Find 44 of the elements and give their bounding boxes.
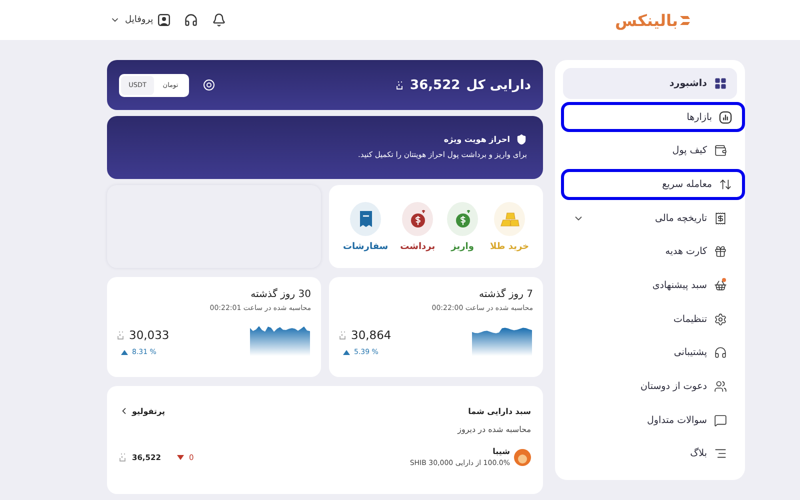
gift-icon	[714, 245, 727, 258]
notification-bell-icon[interactable]	[212, 13, 226, 27]
arrows-icon	[719, 178, 732, 191]
balance-title: دارایی کل	[466, 78, 531, 92]
eye-icon[interactable]	[203, 79, 215, 91]
ingots-icon	[498, 210, 520, 226]
money-bag-icon	[454, 210, 471, 228]
currency-icon	[396, 80, 404, 90]
stat-value: 30,033	[129, 328, 170, 342]
currency-icon	[119, 452, 127, 462]
chart-icon	[719, 110, 732, 124]
banner-title: احراز هویت ویژه	[444, 135, 510, 144]
coin-icon	[514, 448, 531, 466]
profile-menu[interactable]: پروفایل	[110, 14, 170, 26]
logo-text: بالینکس	[614, 10, 678, 30]
receipt-icon	[358, 210, 373, 228]
settings-icon	[714, 312, 727, 326]
action-button[interactable]: سفارشات	[342, 202, 388, 252]
stat-title: 7 روز گذشته	[478, 289, 533, 300]
receipt-icon	[714, 212, 727, 225]
grid-icon	[714, 76, 727, 90]
sidebar-item[interactable]: معامله سریع	[561, 169, 745, 200]
money-bag-icon	[410, 210, 426, 228]
portfolio-title: سبد دارایی شما	[468, 406, 531, 416]
portfolio-link[interactable]: پرتفولیو	[119, 406, 166, 416]
balance-amount: 36,522	[410, 78, 460, 92]
question-icon	[714, 414, 727, 427]
sidebar-item[interactable]: داشبورد	[563, 68, 737, 99]
wallet-icon	[714, 144, 727, 158]
people-icon	[714, 380, 727, 394]
basket-icon	[714, 278, 727, 292]
asset-name: شیبا	[492, 447, 510, 456]
lines-icon	[714, 447, 727, 460]
stat-title: 30 روز گذشته	[250, 289, 311, 300]
sidebar-item[interactable]: بازارها	[561, 102, 745, 132]
headphones-icon	[714, 346, 727, 360]
stat-value: 30,864	[351, 328, 392, 342]
user-icon	[158, 14, 170, 26]
shield-icon	[516, 134, 527, 145]
headphones-icon[interactable]	[184, 13, 198, 27]
portfolio-subtitle: محاسبه شده در دیروز	[456, 425, 531, 434]
logo-icon	[680, 16, 690, 24]
currency-icon	[117, 330, 125, 340]
currency-icon	[339, 330, 347, 340]
